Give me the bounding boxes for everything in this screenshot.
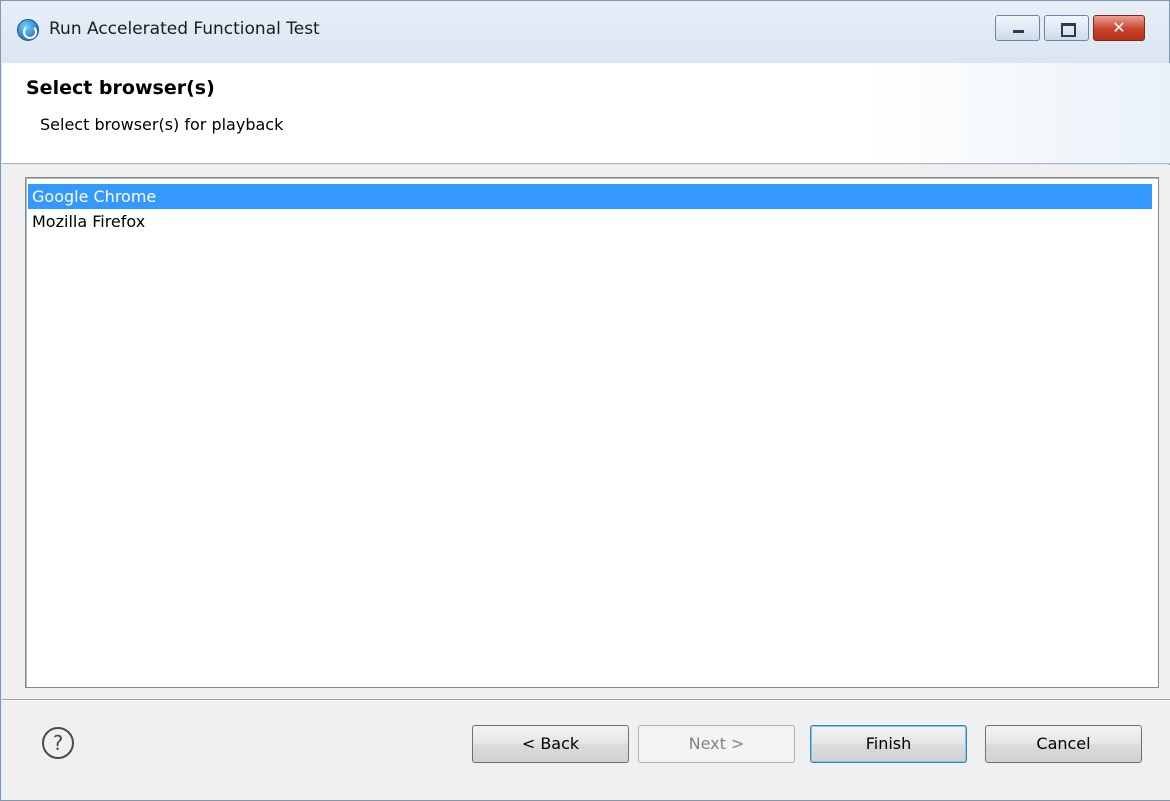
cancel-button[interactable]: Cancel — [985, 725, 1142, 763]
back-button[interactable]: < Back — [472, 725, 629, 763]
minimize-button[interactable] — [995, 15, 1040, 41]
wizard-body: Google Chrome Mozilla Firefox — [2, 165, 1170, 699]
browser-list-item-chrome[interactable]: Google Chrome — [28, 184, 1152, 209]
window-title: Run Accelerated Functional Test — [49, 19, 320, 39]
wizard-header: Select browser(s) Select browser(s) for … — [2, 63, 1170, 164]
maximize-button[interactable] — [1044, 15, 1089, 41]
page-title: Select browser(s) — [26, 77, 215, 99]
wizard-footer: ? < Back Next > Finish Cancel — [2, 701, 1170, 800]
title-bar[interactable]: Run Accelerated Functional Test ✕ — [1, 1, 1169, 63]
dialog-window: Run Accelerated Functional Test ✕ Select… — [0, 0, 1170, 801]
page-description: Select browser(s) for playback — [40, 115, 284, 134]
browser-list-item-firefox[interactable]: Mozilla Firefox — [28, 209, 1152, 234]
finish-button[interactable]: Finish — [810, 725, 967, 763]
next-button[interactable]: Next > — [638, 725, 795, 763]
app-globe-icon — [17, 19, 39, 41]
close-button[interactable]: ✕ — [1093, 15, 1145, 41]
close-icon: ✕ — [1112, 18, 1126, 37]
help-icon[interactable]: ? — [42, 727, 74, 759]
browser-list[interactable]: Google Chrome Mozilla Firefox — [25, 177, 1159, 688]
